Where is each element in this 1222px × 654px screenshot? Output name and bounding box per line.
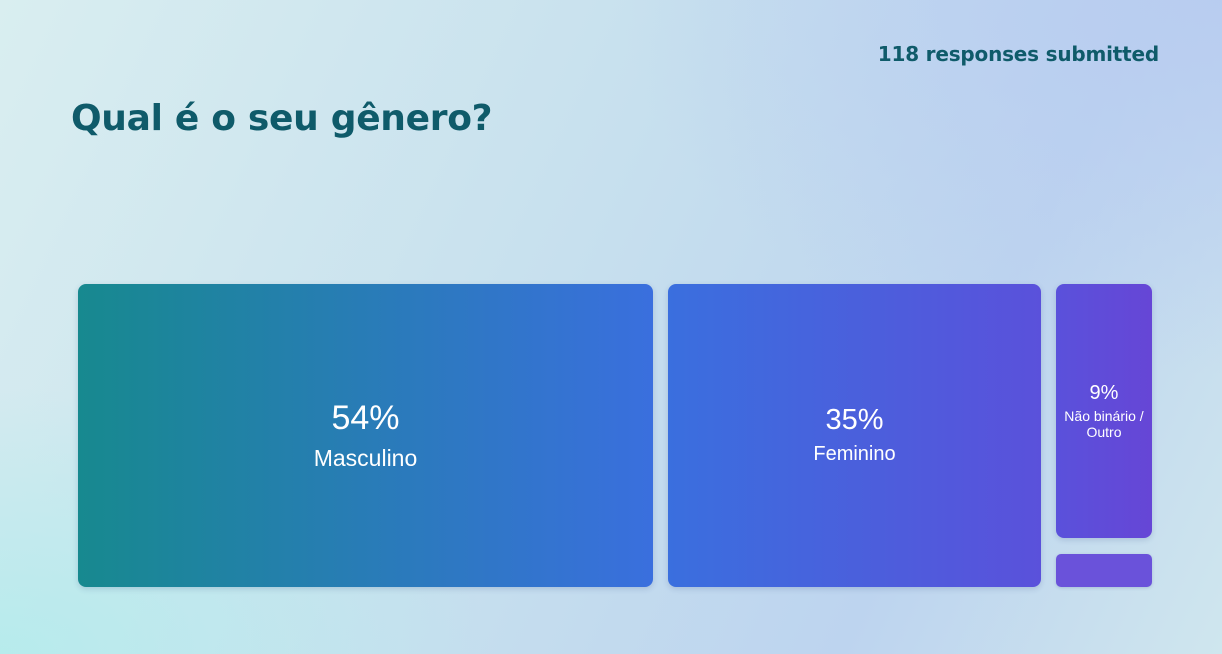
tile-category-label: Masculino [313,444,418,471]
tile-remaining-strip [1056,554,1152,587]
tile-percent-label: 35% [825,404,884,437]
tile-percent-label: 54% [331,398,400,437]
tile-percent-label: 9% [1089,381,1119,404]
tile-feminino: 35% Feminino [668,284,1041,587]
tile-category-label: Não binário / Outro [1064,407,1144,440]
tile-nao-binario-outro: 9% Não binário / Outro [1056,284,1152,538]
tile-masculino: 54% Masculino [78,284,653,587]
gender-chart: 54% Masculino 35% Feminino 9% Não binário / O… [0,0,1222,654]
tile-category-label: Feminino [813,442,896,465]
